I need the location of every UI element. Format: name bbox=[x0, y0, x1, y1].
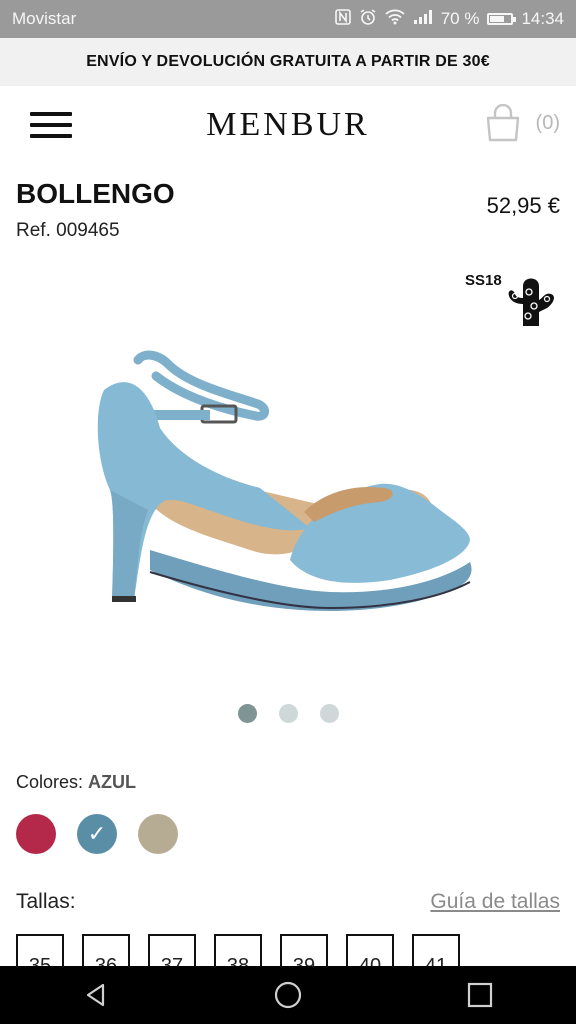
status-bar: Movistar 70 % 14:34 bbox=[0, 0, 576, 38]
carousel-dot[interactable] bbox=[278, 704, 298, 723]
app-header: MENBUR (0) bbox=[0, 86, 576, 166]
color-swatches: ✓ bbox=[16, 814, 178, 854]
home-icon[interactable] bbox=[258, 966, 318, 1024]
season-badge: SS18 bbox=[463, 264, 563, 330]
cactus-icon bbox=[508, 278, 554, 326]
product-price: 52,95 € bbox=[486, 193, 560, 218]
screen: Movistar 70 % 14:34 ENVÍO Y DEVOLUCIÓN G… bbox=[0, 0, 576, 1024]
back-icon[interactable] bbox=[66, 966, 126, 1024]
battery-icon bbox=[487, 13, 517, 25]
alarm-icon bbox=[359, 8, 377, 30]
recents-icon[interactable] bbox=[450, 966, 510, 1024]
promo-banner[interactable]: ENVÍO Y DEVOLUCIÓN GRATUITA A PARTIR DE … bbox=[0, 38, 576, 86]
signal-icon bbox=[413, 9, 433, 29]
sizes-label: Tallas: bbox=[16, 890, 76, 913]
product-image[interactable] bbox=[90, 340, 490, 620]
color-swatch[interactable]: ✓ bbox=[77, 814, 117, 854]
clock: 14:34 bbox=[521, 9, 564, 28]
carousel-dot[interactable] bbox=[319, 704, 339, 723]
colors-label: Colores: AZUL bbox=[16, 772, 136, 793]
color-swatch[interactable] bbox=[16, 814, 56, 854]
nfc-icon bbox=[334, 9, 351, 29]
carousel-dot[interactable] bbox=[237, 704, 257, 723]
cart-count: (0) bbox=[535, 112, 560, 134]
carrier-label: Movistar bbox=[12, 9, 77, 28]
selected-color-name: AZUL bbox=[88, 772, 137, 792]
system-navigation-bar bbox=[0, 966, 576, 1024]
carousel-dots bbox=[0, 704, 576, 723]
shopping-bag-icon bbox=[486, 104, 519, 142]
product-ref: Ref. 009465 bbox=[16, 220, 120, 241]
wifi-icon bbox=[385, 9, 405, 29]
product-name: BOLLENGO bbox=[16, 178, 175, 209]
status-icons: 70 % 14:34 bbox=[334, 8, 564, 30]
color-swatch[interactable] bbox=[138, 814, 178, 854]
battery-percent: 70 % bbox=[440, 9, 480, 28]
size-guide-link[interactable]: Guía de tallas bbox=[430, 890, 560, 914]
colors-label-text: Colores: bbox=[16, 772, 84, 792]
checkmark-icon: ✓ bbox=[87, 821, 107, 846]
cart-button[interactable]: (0) bbox=[484, 104, 560, 142]
